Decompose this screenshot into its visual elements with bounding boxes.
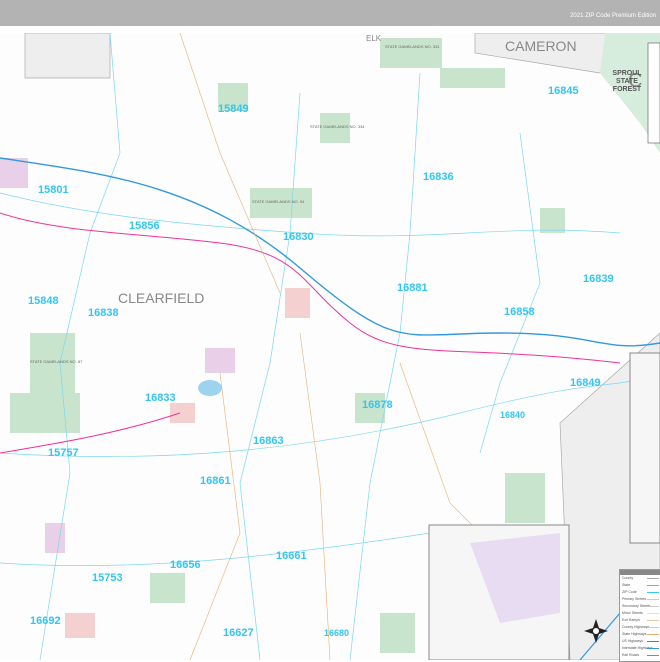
zip-label: 15848 [28, 295, 59, 307]
zip-label: 16838 [88, 307, 119, 319]
gameland-label: STATE GAMELANDS NO. 331 [385, 44, 440, 49]
zip-label: 15753 [92, 572, 123, 584]
legend-item: State Highways [620, 631, 660, 638]
forest-label: SPROUL STATE FOREST [612, 70, 642, 93]
zip-label: 16863 [253, 435, 284, 447]
legend-item: Rail Roads [620, 652, 660, 659]
zip-label: 16839 [583, 273, 614, 285]
legend-item: Primary Streets [620, 596, 660, 603]
zip-label: 16680 [324, 628, 349, 638]
gameland-label: STATE GAMELANDS NO. 94 [252, 199, 305, 204]
zip-label: 16849 [570, 377, 601, 389]
zip-label: 16845 [548, 85, 579, 97]
zip-index-table [647, 42, 660, 144]
zip-label: 16840 [500, 410, 525, 420]
map-title: 2021 ZIP Code Premium Edition [570, 13, 656, 19]
legend-item: Exit Ramps [620, 617, 660, 624]
legend-item: Interstate Highways [620, 645, 660, 652]
zip-code-map[interactable]: CLEARFIELD CAMERON ELK C STATE GAMELANDS… [0, 33, 660, 660]
county-label: CLEARFIELD [118, 290, 204, 306]
gameland-label: STATE GAMELANDS NO. 334 [310, 124, 365, 129]
zip-label: 16861 [200, 475, 231, 487]
place-elk: ELK [366, 34, 382, 43]
map-legend: County State ZIP Code Primary Streets Se… [619, 569, 660, 662]
zip-label: 15849 [218, 103, 249, 115]
zip-label: 16833 [145, 392, 176, 404]
lake [198, 380, 222, 396]
legend-item: ZIP Code [620, 589, 660, 596]
zip-label: 16878 [362, 399, 393, 411]
zip-label: 15801 [38, 184, 69, 196]
zip-label: 16858 [504, 306, 535, 318]
zip-label: 16661 [276, 550, 307, 562]
header-bar: 2021 ZIP Code Premium Edition [0, 0, 660, 26]
zip-label: 16881 [397, 282, 428, 294]
zip-label: 15856 [129, 220, 160, 232]
zip-label: 16836 [423, 171, 454, 183]
legend-item: County [620, 575, 660, 582]
legend-item: County Highways [620, 624, 660, 631]
legend-item: Secondary Streets [620, 603, 660, 610]
gameland-label: STATE GAMELANDS NO. 87 [30, 359, 83, 364]
legend-item: State [620, 582, 660, 589]
zip-label: 16627 [223, 627, 254, 639]
zip-label: 16656 [170, 559, 201, 571]
zip-label: 16830 [283, 231, 314, 243]
zip-label: 15757 [48, 447, 79, 459]
zip-label: 16692 [30, 615, 61, 627]
inset-map-2 [629, 352, 660, 544]
legend-item: Minor Streets [620, 610, 660, 617]
neighbor-county-north [24, 33, 111, 79]
legend-item: US Highways [620, 638, 660, 645]
place-cameron: CAMERON [505, 38, 577, 54]
